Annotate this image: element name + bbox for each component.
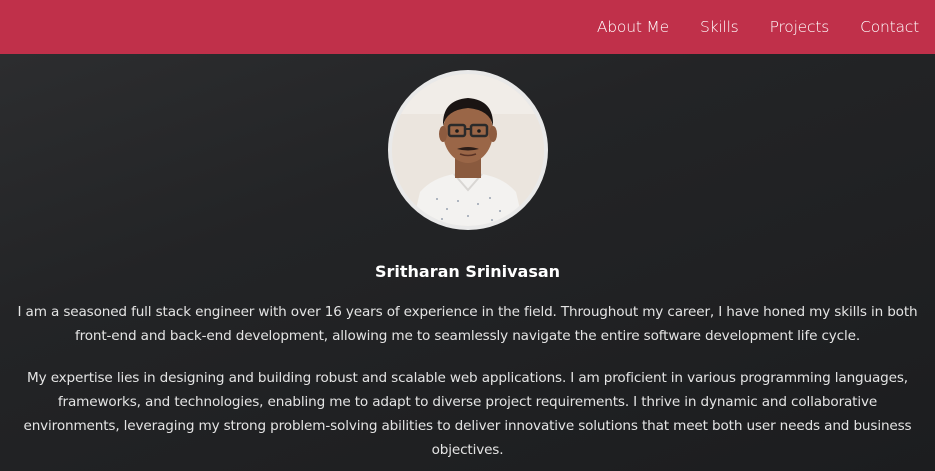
nav-contact-link[interactable]: Contact [860, 18, 919, 36]
nav-skills-link[interactable]: Skills [700, 18, 739, 36]
nav-about-me-link[interactable]: About Me [597, 18, 669, 36]
profile-name: Sritharan Srinivasan [374, 262, 561, 281]
top-navbar: About Me Skills Projects Contact [0, 0, 935, 54]
about-section: Sritharan Srinivasan I am a seasoned ful… [0, 54, 935, 462]
bio-paragraph-1: I am a seasoned full stack engineer with… [17, 304, 918, 344]
nav-projects-link[interactable]: Projects [770, 18, 830, 36]
profile-photo [387, 70, 548, 230]
profile-photo-illustration [391, 74, 544, 226]
bio-paragraph-2: My expertise lies in designing and build… [23, 370, 912, 458]
